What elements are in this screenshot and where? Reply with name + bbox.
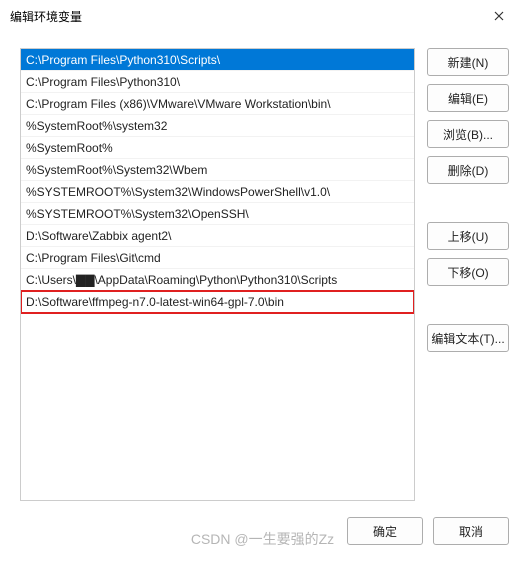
- list-item[interactable]: %SystemRoot%: [21, 137, 414, 159]
- close-icon: [494, 8, 504, 24]
- spacer: [427, 294, 509, 316]
- list-item[interactable]: C:\Program Files (x86)\VMware\VMware Wor…: [21, 93, 414, 115]
- list-item[interactable]: %SystemRoot%\system32: [21, 115, 414, 137]
- close-button[interactable]: [483, 0, 515, 32]
- window-title: 编辑环境变量: [10, 8, 483, 25]
- move-up-button[interactable]: 上移(U): [427, 222, 509, 250]
- list-item[interactable]: C:\Program Files\Python310\Scripts\: [21, 49, 414, 71]
- ok-button[interactable]: 确定: [347, 517, 423, 545]
- edit-text-button[interactable]: 编辑文本(T)...: [427, 324, 509, 352]
- list-item[interactable]: C:\Program Files\Git\cmd: [21, 247, 414, 269]
- list-item[interactable]: %SystemRoot%\System32\Wbem: [21, 159, 414, 181]
- list-item[interactable]: D:\Software\ffmpeg-n7.0-latest-win64-gpl…: [21, 291, 414, 313]
- button-column: 新建(N) 编辑(E) 浏览(B)... 删除(D) 上移(U) 下移(O) 编…: [427, 48, 509, 501]
- dialog-footer: 确定 取消: [347, 517, 509, 545]
- cancel-button[interactable]: 取消: [433, 517, 509, 545]
- list-item[interactable]: C:\Program Files\Python310\: [21, 71, 414, 93]
- edit-button[interactable]: 编辑(E): [427, 84, 509, 112]
- list-item[interactable]: %SYSTEMROOT%\System32\OpenSSH\: [21, 203, 414, 225]
- move-down-button[interactable]: 下移(O): [427, 258, 509, 286]
- delete-button[interactable]: 删除(D): [427, 156, 509, 184]
- list-item[interactable]: C:\Users\▇▇\AppData\Roaming\Python\Pytho…: [21, 269, 414, 291]
- new-button[interactable]: 新建(N): [427, 48, 509, 76]
- titlebar: 编辑环境变量: [0, 0, 525, 32]
- list-item[interactable]: D:\Software\Zabbix agent2\: [21, 225, 414, 247]
- spacer: [427, 192, 509, 214]
- list-item[interactable]: %SYSTEMROOT%\System32\WindowsPowerShell\…: [21, 181, 414, 203]
- dialog-content: C:\Program Files\Python310\Scripts\C:\Pr…: [20, 48, 509, 501]
- path-listbox[interactable]: C:\Program Files\Python310\Scripts\C:\Pr…: [20, 48, 415, 501]
- browse-button[interactable]: 浏览(B)...: [427, 120, 509, 148]
